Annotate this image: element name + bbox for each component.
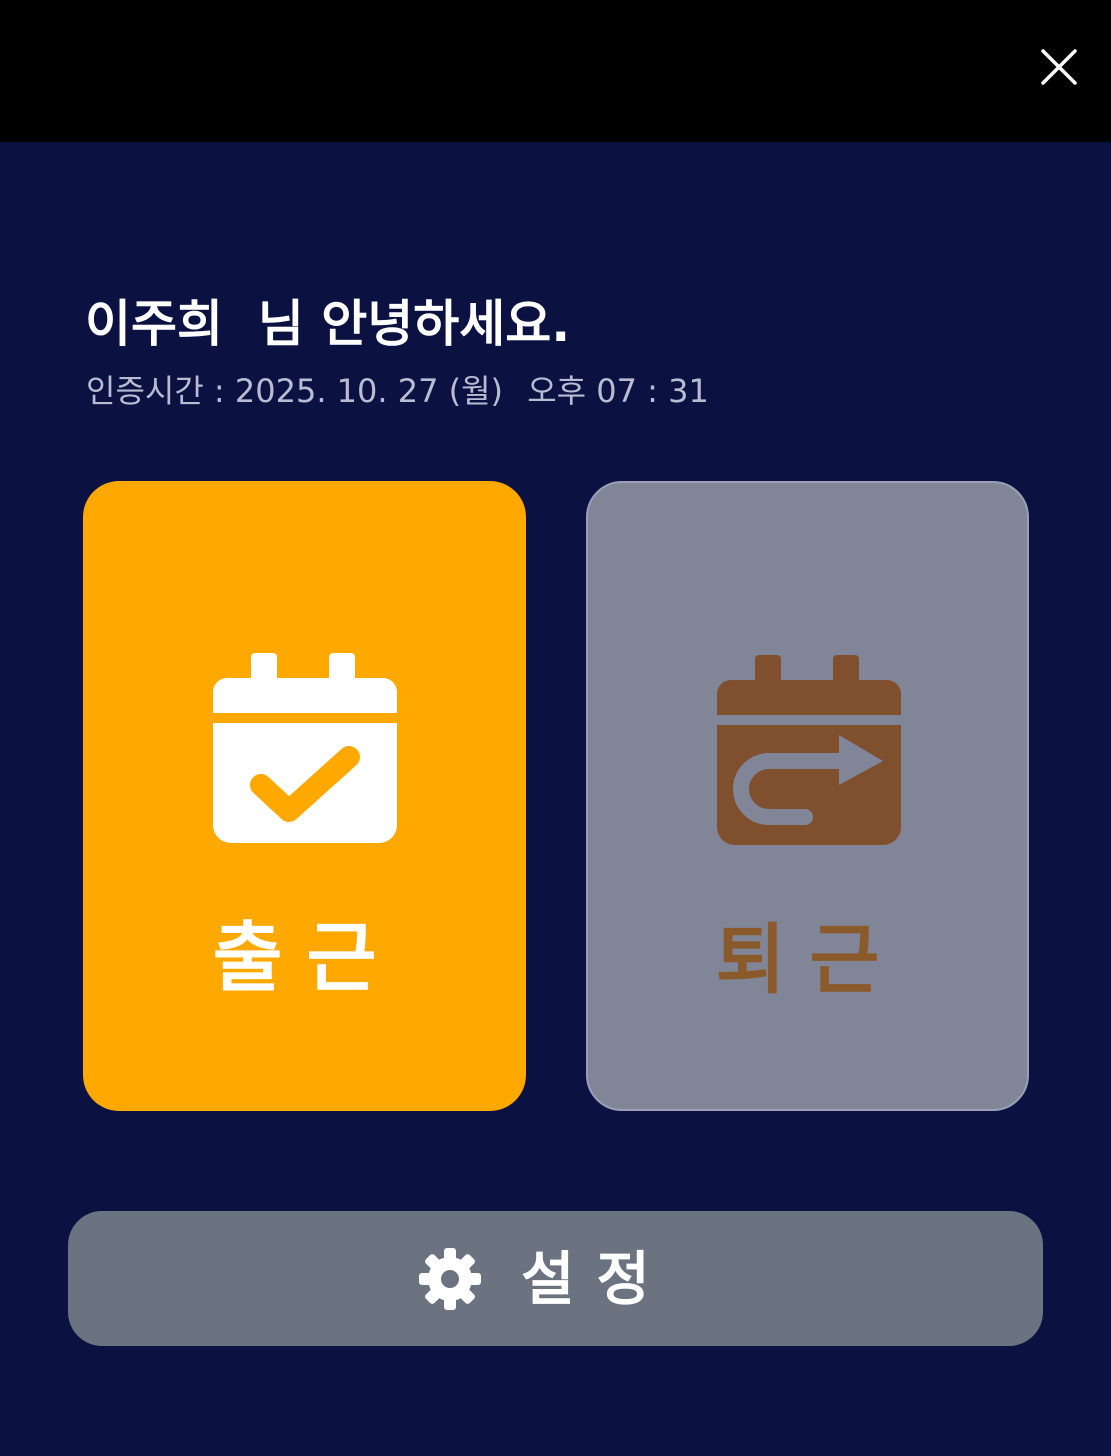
- calendar-return-icon: [717, 655, 901, 845]
- settings-button[interactable]: 설정: [68, 1211, 1043, 1346]
- check-in-label: 출근: [212, 913, 401, 1002]
- check-in-button[interactable]: 출근: [83, 481, 526, 1111]
- auth-date: 2025. 10. 27 (월): [234, 372, 504, 410]
- close-button[interactable]: [1034, 42, 1084, 92]
- auth-time: 인증시간 : 2025. 10. 27 (월) 오후 07 : 31: [86, 368, 709, 414]
- greeting-title: 이주희 님 안녕하세요.: [85, 295, 571, 353]
- settings-content: 설정: [68, 1211, 1043, 1346]
- settings-label: 설정: [521, 1244, 672, 1313]
- check-out-label: 퇴근: [715, 915, 904, 1004]
- top-bar: [0, 0, 1111, 142]
- calendar-check-icon: [213, 653, 397, 843]
- gear-icon: [419, 1247, 482, 1310]
- auth-clock: 오후 07 : 31: [527, 372, 709, 410]
- close-icon: [1041, 49, 1077, 85]
- auth-time-label: 인증시간 :: [86, 372, 225, 410]
- check-out-button[interactable]: 퇴근: [586, 481, 1029, 1111]
